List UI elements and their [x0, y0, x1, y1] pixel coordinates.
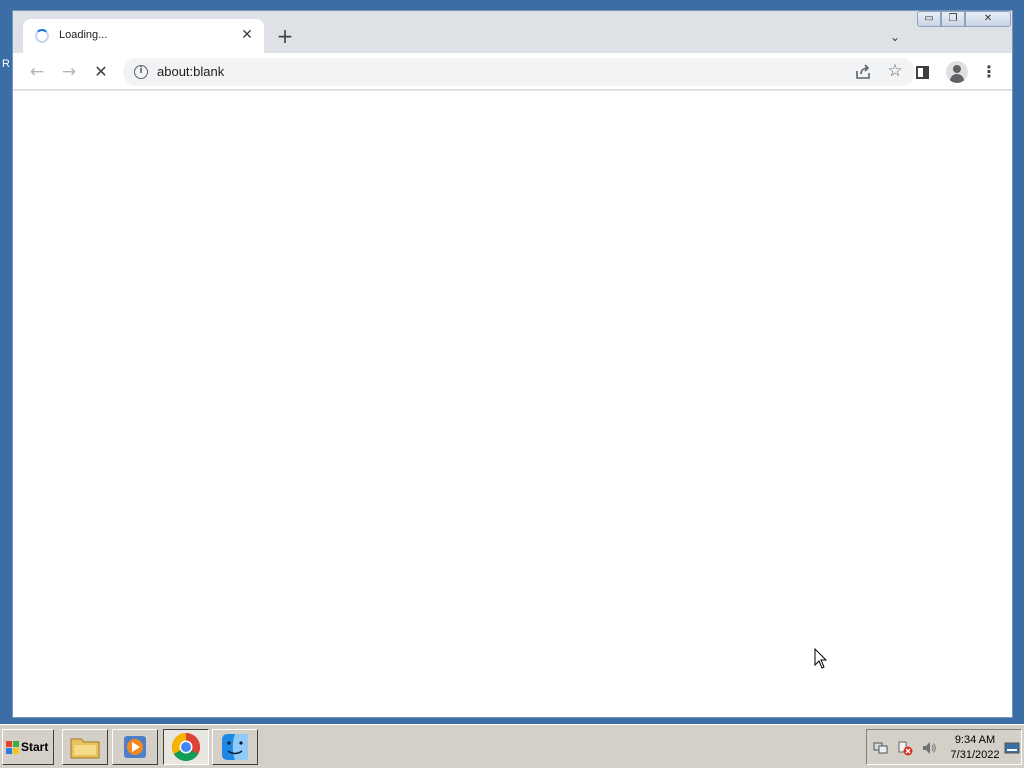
site-info-icon[interactable]: i — [134, 65, 148, 79]
page-content[interactable] — [13, 91, 1012, 717]
back-arrow-icon[interactable]: ← — [25, 60, 49, 84]
network-icon[interactable] — [873, 740, 889, 756]
kebab-menu-icon[interactable]: ⋮ — [979, 60, 999, 84]
tab-search-chevron-icon[interactable]: ⌄ — [885, 27, 905, 47]
side-panel-icon[interactable] — [916, 66, 929, 79]
loading-spinner-icon — [35, 29, 49, 43]
bookmark-star-icon[interactable]: ☆ — [885, 60, 905, 82]
url-text[interactable]: about:blank — [157, 64, 224, 79]
profile-head — [953, 65, 961, 73]
taskbar-finder[interactable] — [212, 729, 258, 765]
show-desktop-icon[interactable] — [1004, 740, 1020, 756]
clock-time[interactable]: 9:34 AM — [949, 734, 1001, 746]
browser-window: Loading... ✕ + ⌄ ▭ ❐ ✕ ← → ✕ i about:bla… — [12, 10, 1013, 718]
clock-date[interactable]: 7/31/2022 — [947, 749, 1003, 761]
forward-arrow-icon[interactable]: → — [57, 60, 81, 84]
tab-title: Loading... — [59, 29, 108, 41]
finder-icon — [222, 734, 248, 760]
volume-icon[interactable] — [921, 740, 937, 756]
share-icon[interactable] — [853, 62, 873, 82]
profile-body — [950, 74, 964, 83]
start-label: Start — [21, 740, 49, 754]
chrome-icon — [172, 733, 200, 761]
media-player-icon — [124, 736, 146, 758]
desktop-text: R — [2, 58, 10, 70]
mouse-pointer-icon — [814, 648, 828, 669]
stop-loading-icon[interactable]: ✕ — [89, 60, 113, 84]
folder-icon — [70, 738, 100, 759]
taskbar-media-player[interactable] — [112, 729, 158, 765]
address-bar[interactable]: i about:blank ☆ — [123, 58, 915, 86]
minimize-button[interactable]: ▭ — [917, 11, 941, 27]
tab-close-icon[interactable]: ✕ — [238, 26, 256, 44]
close-window-button[interactable]: ✕ — [965, 11, 1011, 27]
taskbar-chrome[interactable] — [163, 729, 209, 765]
taskbar: Start 9:34 AM 7/31/2022 — [0, 724, 1024, 768]
browser-toolbar: ← → ✕ i about:blank ☆ ⋮ — [13, 53, 1012, 90]
start-button[interactable]: Start — [2, 729, 54, 765]
tab-loading[interactable]: Loading... ✕ — [23, 19, 264, 53]
windows-flag-icon — [6, 741, 19, 754]
system-tray: 9:34 AM 7/31/2022 — [866, 729, 1022, 765]
maximize-button[interactable]: ❐ — [941, 11, 965, 27]
new-tab-button[interactable]: + — [273, 25, 297, 49]
security-alert-icon[interactable] — [897, 740, 913, 756]
profile-avatar-icon[interactable] — [946, 61, 968, 83]
tab-strip: Loading... ✕ + ⌄ — [13, 11, 1012, 53]
taskbar-file-explorer[interactable] — [62, 729, 108, 765]
